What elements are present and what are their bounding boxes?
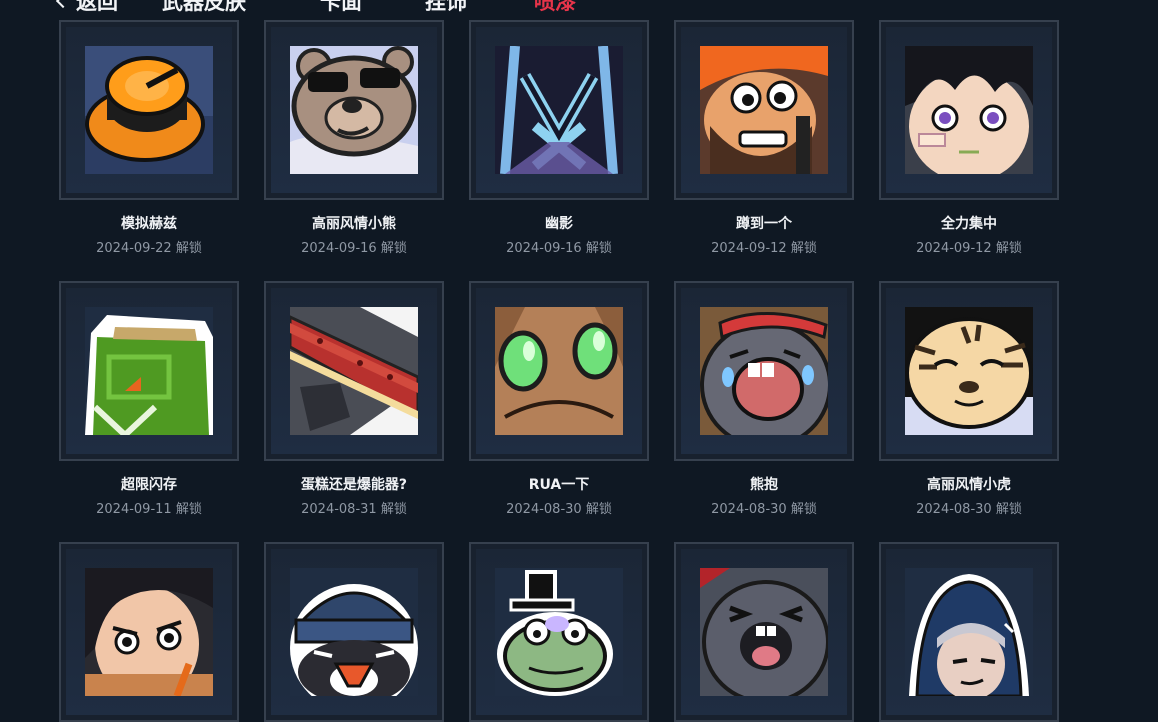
spray-card[interactable] [469, 20, 649, 200]
spray-name: 全力集中 [941, 216, 997, 232]
spray-card[interactable] [674, 281, 854, 461]
tiger-cub-icon [905, 307, 1033, 435]
spray-name: 超限闪存 [121, 477, 177, 493]
spray-name: 高丽风情小熊 [312, 216, 396, 232]
green-eyes-icon [495, 307, 623, 435]
spray-card[interactable] [469, 542, 649, 722]
angry-girl-icon [85, 568, 213, 696]
spray-card[interactable] [264, 281, 444, 461]
spray-card[interactable] [264, 542, 444, 722]
spray-unlock-date: 2024-09-16 解锁 [301, 241, 407, 256]
spray-name: 高丽风情小虎 [927, 477, 1011, 493]
shadow-logo-icon [495, 46, 623, 174]
penguin-beanie-icon [290, 568, 418, 696]
spray-name: RUA一下 [528, 477, 590, 493]
spray-name: 熊抱 [750, 477, 778, 493]
spray-grid: 模拟赫兹 2024-09-22 解锁 高丽风情小熊 2024-09-16 解锁 … [0, 0, 1158, 722]
bear-sunglasses-icon [290, 46, 418, 174]
spray-name: 幽影 [545, 216, 573, 232]
spray-unlock-date: 2024-08-30 解锁 [711, 502, 817, 517]
hooded-agent-icon [905, 568, 1033, 696]
spray-card[interactable] [879, 20, 1059, 200]
focused-boy-icon [905, 46, 1033, 174]
spray-unlock-date: 2024-08-30 解锁 [506, 502, 612, 517]
spray-unlock-date: 2024-09-22 解锁 [96, 241, 202, 256]
spray-card[interactable] [879, 542, 1059, 722]
happy-seal-icon [700, 568, 828, 696]
spray-name: 蹲到一个 [736, 216, 792, 232]
spray-unlock-date: 2024-09-12 解锁 [711, 241, 817, 256]
spray-card[interactable] [59, 281, 239, 461]
spray-card[interactable] [264, 20, 444, 200]
spray-card[interactable] [674, 20, 854, 200]
spray-name: 模拟赫兹 [121, 216, 177, 232]
spray-unlock-date: 2024-09-12 解锁 [916, 241, 1022, 256]
spray-unlock-date: 2024-09-11 解锁 [96, 502, 202, 517]
orange-knob-icon [85, 46, 213, 174]
bearded-soldier-icon [700, 46, 828, 174]
spray-name: 蛋糕还是爆能器? [300, 477, 408, 493]
crying-seal-icon [700, 307, 828, 435]
spray-card[interactable] [59, 542, 239, 722]
spray-unlock-date: 2024-09-16 解锁 [506, 241, 612, 256]
spray-card[interactable] [879, 281, 1059, 461]
spray-unlock-date: 2024-08-31 解锁 [301, 502, 407, 517]
frog-hat-icon [495, 568, 623, 696]
green-chip-icon [85, 307, 213, 435]
cake-blaster-icon [290, 307, 418, 435]
spray-card[interactable] [59, 20, 239, 200]
spray-unlock-date: 2024-08-30 解锁 [916, 502, 1022, 517]
spray-card[interactable] [469, 281, 649, 461]
spray-card[interactable] [674, 542, 854, 722]
